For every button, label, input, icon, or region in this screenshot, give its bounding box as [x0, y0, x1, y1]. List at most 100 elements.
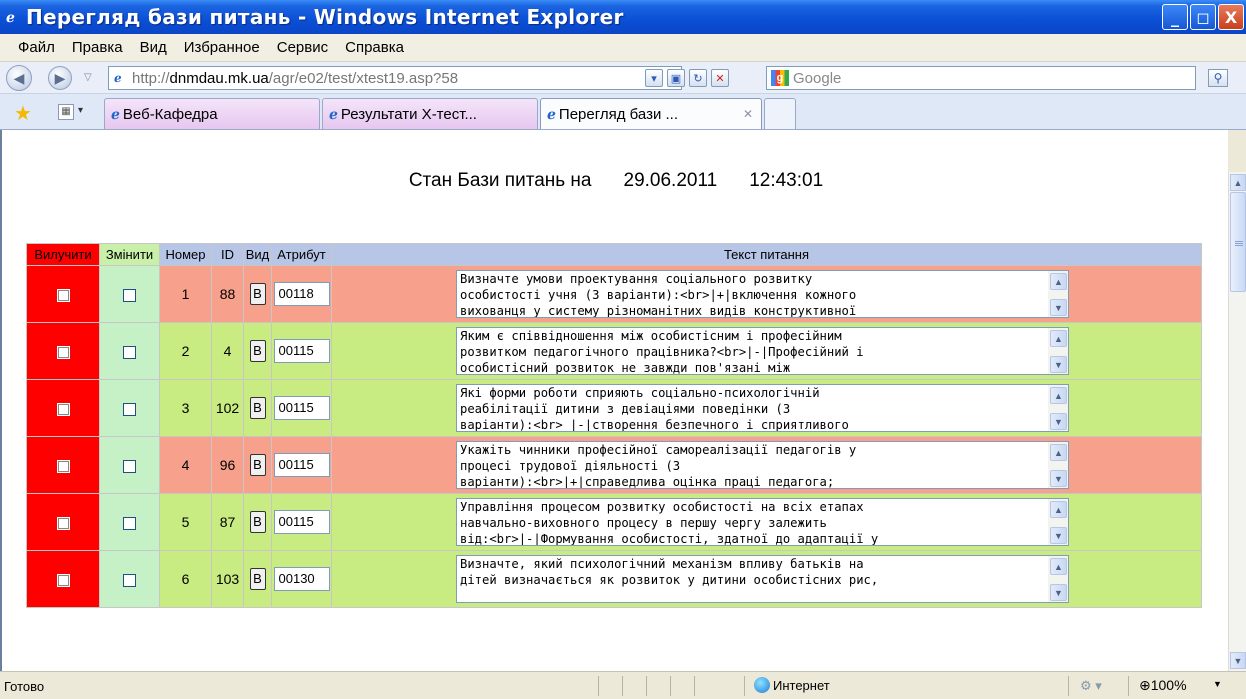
- compat-view-icon[interactable]: ▣: [667, 69, 685, 87]
- page-content: Стан Бази питань на 29.06.2011 12:43:01 Ви…: [0, 130, 1228, 671]
- tab-veb-kafedra[interactable]: ℯ Веб-Кафедра: [104, 98, 320, 129]
- view-cell: В: [243, 322, 272, 380]
- question-text-cell: Яким є співвідношення між особистісним і…: [331, 322, 1202, 380]
- textarea-scroll-up-icon[interactable]: ▲: [1050, 387, 1067, 404]
- minimize-button[interactable]: _: [1162, 4, 1188, 30]
- tab-question-base[interactable]: ℯ Перегляд бази ... ✕: [540, 98, 762, 129]
- window-titlebar[interactable]: ℯ Перегляд бази питань - Windows Interne…: [0, 0, 1246, 34]
- delete-checkbox[interactable]: [56, 573, 70, 587]
- protected-mode-icon[interactable]: ⚙ ▾: [1080, 678, 1102, 694]
- textarea-scroll-up-icon[interactable]: ▲: [1050, 558, 1067, 575]
- search-box[interactable]: g Google: [766, 66, 1196, 90]
- delete-checkbox[interactable]: [56, 288, 70, 302]
- question-textarea[interactable]: Визначте, який психологічний механізм вп…: [456, 555, 1069, 603]
- menu-favorites[interactable]: Избранное: [184, 39, 260, 56]
- question-textarea[interactable]: Управління процесом розвитку особистості…: [456, 498, 1069, 546]
- page-scrollbar[interactable]: ▲ ▼: [1228, 172, 1246, 671]
- id-cell: 88: [211, 265, 244, 323]
- address-dropdown-button[interactable]: ▾: [645, 69, 663, 87]
- attribute-cell: 00115: [271, 379, 332, 437]
- quick-tabs-icon[interactable]: ▦: [58, 104, 74, 120]
- history-dropdown-icon[interactable]: ▽: [84, 72, 92, 83]
- question-textarea[interactable]: Визначте умови проектування соціального …: [456, 270, 1069, 318]
- close-button[interactable]: X: [1218, 4, 1244, 30]
- tab-list-dropdown-icon[interactable]: ▾: [78, 105, 83, 116]
- search-icon[interactable]: ⚲: [1208, 69, 1228, 87]
- delete-cell: [26, 379, 100, 437]
- view-cell: В: [243, 493, 272, 551]
- zoom-level[interactable]: ⊕100%: [1139, 677, 1187, 694]
- scroll-down-icon[interactable]: ▼: [1230, 652, 1246, 669]
- internet-zone-icon: [754, 677, 770, 693]
- change-checkbox[interactable]: [123, 573, 136, 587]
- textarea-scroll-down-icon[interactable]: ▼: [1050, 413, 1067, 430]
- attribute-input[interactable]: 00118: [273, 282, 330, 306]
- view-button[interactable]: В: [249, 340, 266, 362]
- favorites-star-icon[interactable]: ★: [14, 101, 32, 126]
- question-textarea[interactable]: Яким є співвідношення між особистісним і…: [456, 327, 1069, 375]
- page-heading: Стан Бази питань на 29.06.2011 12:43:01: [408, 170, 824, 191]
- view-button[interactable]: В: [249, 511, 266, 533]
- attribute-cell: 00115: [271, 322, 332, 380]
- textarea-scroll-down-icon[interactable]: ▼: [1050, 356, 1067, 373]
- delete-cell: [26, 436, 100, 494]
- attribute-input[interactable]: 00115: [273, 396, 330, 420]
- view-button[interactable]: В: [249, 397, 266, 419]
- change-cell: [99, 322, 160, 380]
- delete-checkbox[interactable]: [56, 345, 70, 359]
- textarea-scroll-down-icon[interactable]: ▼: [1050, 527, 1067, 544]
- change-checkbox[interactable]: [123, 402, 136, 416]
- question-text: Укажіть чинники професійної самореалізац…: [460, 443, 857, 489]
- menu-edit[interactable]: Правка: [72, 39, 123, 56]
- new-tab-button[interactable]: [764, 98, 796, 129]
- stop-icon[interactable]: ✕: [711, 69, 729, 87]
- textarea-scroll-down-icon[interactable]: ▼: [1050, 470, 1067, 487]
- number-cell: 3: [159, 379, 212, 437]
- address-bar[interactable]: ℯ http://dnmdau.mk.ua/agr/e02/test/xtest…: [108, 66, 682, 90]
- view-button[interactable]: В: [249, 283, 266, 305]
- maximize-button[interactable]: ◻: [1190, 4, 1216, 30]
- menu-help[interactable]: Справка: [345, 39, 404, 56]
- search-placeholder: Google: [793, 69, 842, 87]
- textarea-scroll-up-icon[interactable]: ▲: [1050, 444, 1067, 461]
- table-row: 1 88 В 00118 Визначте умови проектування соц…: [26, 265, 1202, 323]
- attribute-input[interactable]: 00130: [273, 567, 330, 591]
- attribute-input[interactable]: 00115: [273, 339, 330, 363]
- scroll-thumb[interactable]: [1230, 192, 1246, 292]
- tab-test-results[interactable]: ℯ Результати Х-тест...: [322, 98, 538, 129]
- delete-checkbox[interactable]: [56, 402, 70, 416]
- delete-checkbox[interactable]: [56, 459, 70, 473]
- delete-checkbox[interactable]: [56, 516, 70, 530]
- menu-view[interactable]: Вид: [140, 39, 167, 56]
- back-button[interactable]: ◀: [6, 65, 32, 91]
- address-url[interactable]: http://dnmdau.mk.ua/agr/e02/test/xtest19…: [132, 70, 458, 87]
- scroll-up-icon[interactable]: ▲: [1230, 174, 1246, 191]
- change-checkbox[interactable]: [123, 288, 136, 302]
- textarea-scroll-up-icon[interactable]: ▲: [1050, 330, 1067, 347]
- textarea-scroll-up-icon[interactable]: ▲: [1050, 501, 1067, 518]
- forward-button[interactable]: ▶: [48, 66, 72, 90]
- col-header-text: Текст питання: [331, 243, 1202, 266]
- table-row: 5 87 В 00115 Управління процесом розвитку ос…: [26, 493, 1202, 551]
- question-textarea[interactable]: Укажіть чинники професійної самореалізац…: [456, 441, 1069, 489]
- attribute-input[interactable]: 00115: [273, 510, 330, 534]
- delete-cell: [26, 322, 100, 380]
- ie-icon: ℯ: [6, 9, 15, 25]
- question-textarea[interactable]: Які форми роботи сприяють соціально-псих…: [456, 384, 1069, 432]
- change-checkbox[interactable]: [123, 516, 136, 530]
- view-button[interactable]: В: [249, 454, 266, 476]
- attribute-input[interactable]: 00115: [273, 453, 330, 477]
- view-button[interactable]: В: [249, 568, 266, 590]
- question-text: Визначте умови проектування соціального …: [460, 272, 857, 318]
- change-checkbox[interactable]: [123, 459, 136, 473]
- change-checkbox[interactable]: [123, 345, 136, 359]
- zoom-dropdown-icon[interactable]: ▼: [1213, 679, 1222, 689]
- status-text: Готово: [4, 679, 45, 694]
- textarea-scroll-down-icon[interactable]: ▼: [1050, 584, 1067, 601]
- menu-tools[interactable]: Сервис: [277, 39, 328, 56]
- close-tab-icon[interactable]: ✕: [743, 107, 753, 121]
- menu-file[interactable]: Файл: [18, 39, 55, 56]
- textarea-scroll-up-icon[interactable]: ▲: [1050, 273, 1067, 290]
- textarea-scroll-down-icon[interactable]: ▼: [1050, 299, 1067, 316]
- refresh-icon[interactable]: ↻: [689, 69, 707, 87]
